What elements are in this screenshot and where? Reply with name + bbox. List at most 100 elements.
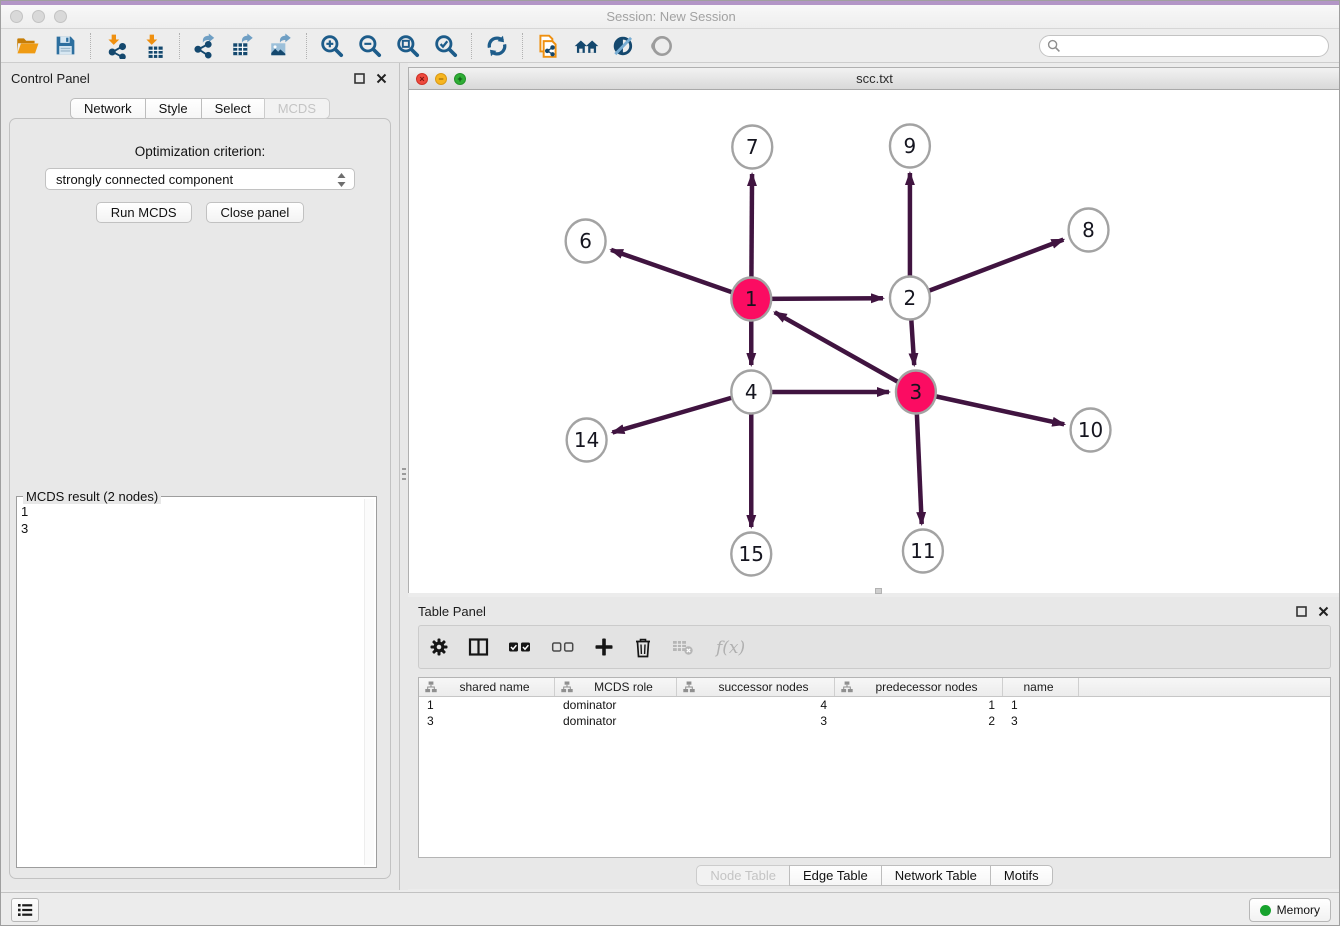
gear-icon [429, 637, 449, 657]
attribute-tree-icon [683, 681, 695, 693]
result-scrollbar[interactable] [364, 499, 374, 865]
network-window-titlebar: × − + scc.txt [409, 68, 1340, 90]
zoom-in-icon [319, 33, 345, 59]
network-graph[interactable]: 7 9 6 8 1 2 4 3 14 10 15 11 [409, 90, 1340, 593]
network-canvas[interactable]: 7 9 6 8 1 2 4 3 14 10 15 11 [409, 90, 1340, 593]
zoom-in-button[interactable] [316, 31, 348, 61]
houses-icon [573, 32, 600, 59]
level-of-detail-button[interactable] [646, 31, 678, 61]
main-titlebar: Session: New Session [1, 5, 1340, 29]
table-cell: 3 [677, 714, 835, 728]
edge-1-6[interactable] [611, 250, 751, 299]
control-panel-title: Control Panel [11, 71, 90, 86]
open-session-button[interactable] [11, 31, 43, 61]
table-panel: Table Panel [408, 597, 1340, 889]
table-tab-node-table[interactable]: Node Table [696, 865, 790, 886]
table-panel-title: Table Panel [418, 604, 486, 619]
graph-node-14[interactable]: 14 [567, 419, 607, 462]
column-header-shared-name[interactable]: shared name [419, 678, 555, 696]
tab-mcds[interactable]: MCDS [264, 98, 330, 119]
tab-style[interactable]: Style [145, 98, 202, 119]
unchecked-boxes-icon [551, 639, 575, 655]
mcds-result-text[interactable]: 1 3 [21, 503, 360, 863]
function-builder-button[interactable]: f(x) [714, 635, 748, 659]
clone-network-button[interactable] [532, 31, 564, 61]
delete-table-button[interactable] [672, 638, 695, 656]
search-input[interactable] [1039, 35, 1329, 57]
edge-2-8[interactable] [910, 240, 1063, 298]
memory-button[interactable]: Memory [1249, 898, 1331, 922]
tab-select[interactable]: Select [201, 98, 265, 119]
column-header-predecessor-nodes[interactable]: predecessor nodes [835, 678, 1003, 696]
apply-layout-button[interactable] [481, 31, 513, 61]
table-cell: 4 [677, 698, 835, 712]
criterion-dropdown[interactable]: strongly connected component [45, 168, 355, 190]
float-panel-button[interactable] [351, 70, 367, 86]
application-window: Session: New Session [0, 0, 1340, 926]
column-header-name[interactable]: name [1003, 678, 1079, 696]
delete-column-button[interactable] [633, 637, 653, 658]
graph-node-1[interactable]: 1 [731, 278, 771, 321]
table-tab-motifs[interactable]: Motifs [990, 865, 1053, 886]
show-graphics-details-button[interactable] [608, 31, 640, 61]
column-header-MCDS-role[interactable]: MCDS role [555, 678, 677, 696]
graph-node-4[interactable]: 4 [731, 371, 771, 414]
node-label: 2 [904, 286, 917, 310]
export-network-button[interactable] [189, 31, 221, 61]
network-resize-handle[interactable] [875, 588, 882, 594]
zoom-selected-button[interactable] [430, 31, 462, 61]
edge-4-14[interactable] [612, 392, 751, 433]
table-row[interactable]: 3dominator323 [419, 713, 1330, 729]
export-image-button[interactable] [265, 31, 297, 61]
table-tab-network-table[interactable]: Network Table [881, 865, 991, 886]
graph-node-15[interactable]: 15 [731, 533, 771, 576]
close-panel-button-bottom[interactable]: Close panel [206, 202, 305, 223]
import-network-button[interactable] [100, 31, 132, 61]
splitter-handle[interactable] [402, 468, 406, 482]
graph-node-9[interactable]: 9 [890, 125, 930, 168]
table-row[interactable]: 1dominator411 [419, 697, 1330, 713]
select-all-button[interactable] [508, 639, 532, 655]
column-header-successor-nodes[interactable]: successor nodes [677, 678, 835, 696]
export-table-button[interactable] [227, 31, 259, 61]
task-history-button[interactable] [11, 898, 39, 922]
zoom-selected-icon [433, 33, 459, 59]
node-label: 6 [579, 229, 592, 253]
table-tab-edge-table[interactable]: Edge Table [789, 865, 882, 886]
import-table-button[interactable] [138, 31, 170, 61]
graph-node-8[interactable]: 8 [1069, 209, 1109, 252]
save-session-button[interactable] [49, 31, 81, 61]
zoom-out-button[interactable] [354, 31, 386, 61]
node-table: shared nameMCDS rolesuccessor nodesprede… [418, 677, 1331, 858]
node-label: 3 [910, 380, 923, 404]
vertical-splitter[interactable] [400, 63, 408, 890]
zoom-fit-button[interactable] [392, 31, 424, 61]
node-label: 7 [746, 135, 759, 159]
table-body: 1dominator4113dominator323 [419, 697, 1330, 729]
export-network-icon [192, 33, 218, 59]
graph-node-11[interactable]: 11 [903, 530, 943, 573]
edge-3-10[interactable] [916, 392, 1064, 424]
split-panel-button[interactable] [468, 637, 489, 657]
tab-network[interactable]: Network [70, 98, 146, 119]
run-mcds-button[interactable]: Run MCDS [96, 202, 192, 223]
graph-node-2[interactable]: 2 [890, 277, 930, 320]
float-table-panel-button[interactable] [1293, 603, 1309, 619]
add-column-button[interactable] [594, 637, 614, 657]
table-settings-button[interactable] [429, 637, 449, 657]
control-panel-tabs: NetworkStyleSelectMCDS [1, 98, 399, 119]
graph-node-7[interactable]: 7 [732, 126, 772, 169]
close-table-panel-button[interactable] [1315, 603, 1331, 619]
graph-node-3[interactable]: 3 [896, 371, 936, 414]
show-all-networks-button[interactable] [570, 31, 602, 61]
deselect-all-button[interactable] [551, 639, 575, 655]
graph-node-6[interactable]: 6 [566, 220, 606, 263]
memory-status-dot [1260, 905, 1271, 916]
edge-3-1[interactable] [775, 312, 916, 392]
table-header-row: shared nameMCDS rolesuccessor nodesprede… [419, 678, 1330, 697]
chevron-up-down-icon [336, 172, 347, 188]
zoom-fit-icon [395, 33, 421, 59]
attribute-tree-icon [561, 681, 573, 693]
close-panel-button[interactable] [373, 70, 389, 86]
graph-node-10[interactable]: 10 [1071, 409, 1111, 452]
